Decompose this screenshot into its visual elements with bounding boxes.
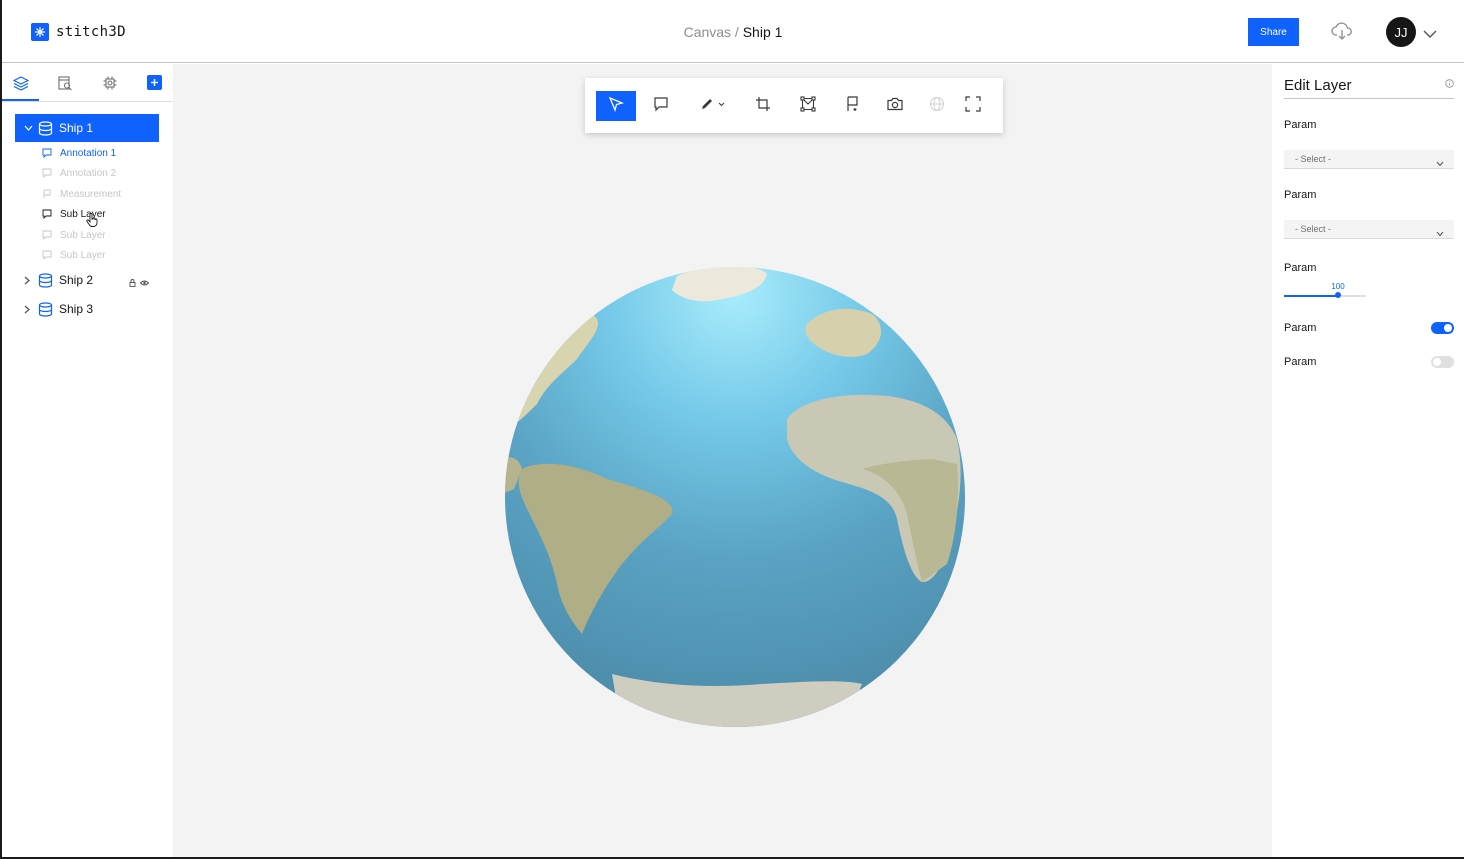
sublayer-label: Annotation 1: [60, 147, 117, 159]
slider-value: 100: [1331, 282, 1345, 291]
toggle-knob: [1433, 358, 1441, 366]
sublayer-annotation-2[interactable]: Annotation 2: [42, 165, 116, 181]
breadcrumb-current: Ship 1: [742, 24, 783, 40]
globe-tool[interactable]: [927, 91, 947, 121]
cloud-download-icon[interactable]: [1331, 21, 1353, 46]
layers-sidebar: Ship 1 Annotation 1 Annotation 2 Measure…: [2, 64, 173, 857]
param-label: Param: [1284, 262, 1317, 274]
3d-canvas[interactable]: [173, 64, 1272, 857]
breadcrumb-separator: /: [731, 24, 743, 40]
avatar[interactable]: JJ: [1386, 17, 1416, 47]
crop-icon: [755, 96, 771, 117]
sublayer-measurement[interactable]: Measurement: [42, 186, 121, 202]
layer-ship-1[interactable]: Ship 1: [15, 114, 159, 142]
fullscreen-tool[interactable]: [963, 91, 983, 121]
param-select-2[interactable]: - Select -: [1284, 220, 1454, 239]
measure-tool[interactable]: [843, 91, 863, 121]
select-value: - Select -: [1295, 154, 1332, 164]
sublayer-label: Measurement: [60, 188, 122, 200]
breadcrumb-root[interactable]: Canvas: [684, 24, 731, 40]
chevron-down-icon: [1436, 155, 1444, 174]
toggle-knob: [1444, 324, 1452, 332]
active-tab-indicator: [2, 99, 39, 101]
breadcrumb: Canvas / Ship 1: [2, 24, 1464, 40]
sublayer-label: Annotation 2: [60, 167, 117, 179]
param-label: Param: [1284, 356, 1317, 368]
param-slider[interactable]: [1284, 292, 1366, 298]
panel-divider: [1284, 98, 1454, 99]
fullscreen-icon: [965, 95, 981, 117]
share-button[interactable]: Share: [1248, 18, 1299, 46]
layers-icon[interactable]: [11, 73, 31, 93]
select-value: - Select -: [1295, 224, 1332, 234]
slider-thumb[interactable]: [1335, 292, 1342, 298]
select-icon: [608, 96, 624, 117]
param-toggle-2[interactable]: [1431, 356, 1454, 368]
comment-icon: [42, 230, 52, 240]
camera-icon: [887, 97, 903, 116]
layer-label: Ship 2: [59, 273, 94, 287]
param-label: Param: [1284, 119, 1317, 131]
layer-label: Ship 1: [59, 121, 94, 135]
info-icon[interactable]: [1445, 75, 1454, 93]
canvas-toolbar: [585, 78, 1003, 133]
param-label: Param: [1284, 322, 1317, 334]
sublayer-label: Sub Layer: [60, 208, 106, 220]
earth-globe[interactable]: [502, 264, 968, 730]
comment-icon: [42, 148, 52, 158]
layer-ship-3[interactable]: Ship 3: [15, 295, 159, 323]
search-file-icon[interactable]: [55, 73, 75, 93]
param-label: Param: [1284, 189, 1317, 201]
layer-ship-2[interactable]: Ship 2: [15, 266, 159, 294]
layer-label: Ship 3: [59, 302, 94, 316]
pen-tool[interactable]: [698, 91, 728, 121]
app-window: stitch3D Canvas / Ship 1 Share JJ Ship 1…: [2, 0, 1464, 857]
chevron-down-icon[interactable]: [24, 125, 36, 131]
measure-icon: [845, 95, 861, 117]
comment-icon: [42, 250, 52, 260]
database-icon: [38, 272, 53, 288]
comment-icon: [42, 168, 52, 178]
select-tool[interactable]: [596, 91, 636, 121]
globe-icon: [929, 96, 945, 117]
database-icon: [38, 120, 53, 136]
sublayer-annotation-1[interactable]: Annotation 1: [42, 145, 116, 161]
chevron-right-icon[interactable]: [24, 305, 36, 314]
header: stitch3D Canvas / Ship 1 Share JJ: [2, 0, 1464, 63]
settings-icon[interactable]: [100, 73, 120, 93]
pen-icon: [700, 97, 726, 116]
chevron-right-icon[interactable]: [24, 276, 36, 285]
param-select-1[interactable]: - Select -: [1284, 150, 1454, 169]
sublayer-sub-layer-3[interactable]: Sub Layer: [42, 247, 106, 263]
param-toggle-1[interactable]: [1431, 322, 1454, 334]
comment-tool[interactable]: [651, 91, 671, 121]
measure-icon: [42, 189, 52, 199]
chevron-down-icon[interactable]: [1423, 26, 1437, 44]
sidebar-tabs: [2, 64, 173, 102]
transform-icon: [800, 95, 816, 117]
comment-icon: [42, 209, 52, 219]
add-layer-button[interactable]: [147, 75, 162, 90]
comment-icon: [653, 96, 669, 117]
sublayer-label: Sub Layer: [60, 229, 106, 241]
sublayer-label: Sub Layer: [60, 249, 106, 261]
edit-layer-panel: Edit Layer Param - Select - Param - Sele…: [1272, 64, 1464, 857]
database-icon: [38, 301, 53, 317]
crop-tool[interactable]: [753, 91, 773, 121]
chevron-down-icon: [1436, 225, 1444, 244]
slider-fill: [1284, 295, 1339, 297]
camera-tool[interactable]: [885, 91, 905, 121]
transform-tool[interactable]: [798, 91, 818, 121]
hand-cursor-icon: [86, 213, 98, 232]
panel-title: Edit Layer: [1284, 77, 1352, 94]
